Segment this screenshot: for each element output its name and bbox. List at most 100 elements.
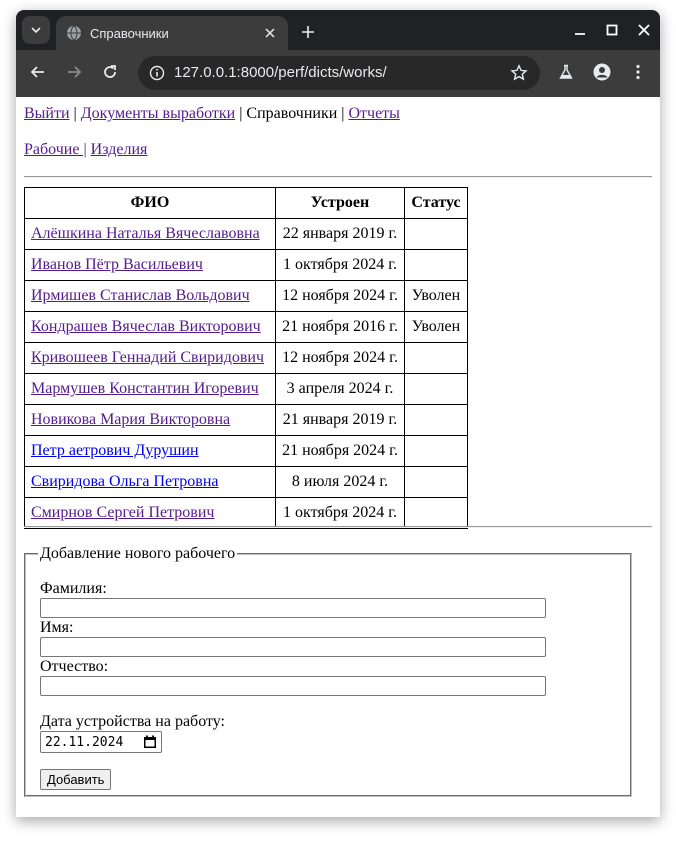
status-cell <box>404 466 468 498</box>
worker-name-cell: Петр аетрович Дурушин <box>24 435 276 467</box>
arrow-right-icon <box>68 66 82 78</box>
hire-date-cell: 21 ноября 2016 г. <box>275 311 405 343</box>
worker-link[interactable]: Новикова Мария Викторовна <box>31 411 230 428</box>
add-worker-form: Добавление нового рабочего Фамилия: Имя:… <box>24 545 632 797</box>
nav-separator: | <box>69 105 81 122</box>
hire-date-cell: 21 января 2019 г. <box>275 404 405 436</box>
worker-name-cell: Кондрашев Вячеслав Викторович <box>24 311 276 343</box>
worker-link[interactable]: Иванов Пётр Васильевич <box>31 256 203 273</box>
worker-name-cell: Иванов Пётр Васильевич <box>24 249 276 281</box>
plus-icon <box>302 26 314 38</box>
calendar-icon[interactable] <box>143 735 157 749</box>
worker-name-cell: Алёшкина Наталья Вячеславовна <box>24 218 276 250</box>
table-row: Кривошеев Геннадий Свиридович 12 ноября … <box>24 342 468 374</box>
maximize-button[interactable] <box>604 22 620 38</box>
worker-name-cell: Кривошеев Геннадий Свиридович <box>24 342 276 374</box>
table-row: Иванов Пётр Васильевич 1 октября 2024 г. <box>24 249 468 281</box>
nav-separator: | <box>337 105 349 122</box>
worker-link[interactable]: Петр аетрович Дурушин <box>31 442 199 459</box>
hire-date-cell: 3 апреля 2024 г. <box>275 373 405 405</box>
dicts-subnav: Рабочие | Изделия <box>24 141 147 159</box>
worker-link[interactable]: Смирнов Сергей Петрович <box>31 504 214 521</box>
address-bar[interactable]: 127.0.0.1:8000/perf/dicts/works/ <box>138 56 540 90</box>
page-content: Выйти | Документы выработки | Справочник… <box>16 97 660 817</box>
divider <box>24 526 652 528</box>
hire-date-cell: 8 июля 2024 г. <box>275 466 405 498</box>
divider <box>24 176 652 178</box>
table-row: Свиридова Ольга Петровна 8 июля 2024 г. <box>24 466 468 498</box>
close-icon <box>638 24 650 36</box>
minimize-icon <box>575 33 585 35</box>
patronymic-label: Отчество: <box>40 658 109 675</box>
reload-button[interactable] <box>100 62 120 82</box>
profile-button[interactable] <box>592 62 612 82</box>
close-window-button[interactable] <box>636 22 652 38</box>
add-button[interactable]: Добавить <box>40 769 112 790</box>
table-row: Алёшкина Наталья Вячеславовна 22 января … <box>24 218 468 250</box>
status-cell <box>404 218 468 250</box>
reload-icon <box>104 65 116 78</box>
hire-date-input[interactable]: 22.11.2024 <box>40 731 162 753</box>
firstname-input[interactable] <box>40 637 546 657</box>
hire-date-cell: 12 ноября 2024 г. <box>275 280 405 312</box>
forward-button[interactable] <box>64 62 84 82</box>
table-header-row: ФИО Устроен Статус <box>24 187 468 219</box>
hire-date-cell: 1 октября 2024 г. <box>275 497 405 529</box>
tab-title: Справочники <box>90 25 169 41</box>
flask-icon <box>559 64 573 79</box>
worker-link[interactable]: Свиридова Ольга Петровна <box>31 473 219 490</box>
worker-link[interactable]: Кривошеев Геннадий Свиридович <box>31 349 264 366</box>
status-cell: Уволен <box>404 280 468 312</box>
hire-date-cell: 21 ноября 2024 г. <box>275 435 405 467</box>
lastname-input[interactable] <box>40 598 546 618</box>
worker-name-cell: Смирнов Сергей Петрович <box>24 497 276 529</box>
status-cell <box>404 435 468 467</box>
url-text: 127.0.0.1:8000/perf/dicts/works/ <box>174 64 387 81</box>
close-icon[interactable] <box>260 23 280 43</box>
worker-link[interactable]: Кондрашев Вячеслав Викторович <box>31 318 261 335</box>
nav-documents-link[interactable]: Документы выработки <box>81 105 235 122</box>
main-nav: Выйти | Документы выработки | Справочник… <box>24 105 400 123</box>
firstname-label: Имя: <box>40 619 74 636</box>
arrow-left-icon <box>30 66 44 78</box>
labs-button[interactable] <box>556 62 576 82</box>
menu-button[interactable] <box>628 62 648 82</box>
nav-logout-link[interactable]: Выйти <box>24 105 70 122</box>
form-legend: Добавление нового рабочего <box>40 545 236 562</box>
site-info-icon[interactable] <box>148 64 166 82</box>
header-fio: ФИО <box>24 187 276 219</box>
hire-date-cell: 22 января 2019 г. <box>275 218 405 250</box>
patronymic-input[interactable] <box>40 676 546 696</box>
back-button[interactable] <box>28 62 48 82</box>
worker-link[interactable]: Алёшкина Наталья Вячеславовна <box>31 225 260 242</box>
header-status: Статус <box>404 187 468 219</box>
status-cell <box>404 342 468 374</box>
tab-search-button[interactable] <box>22 16 50 44</box>
new-tab-button[interactable] <box>296 20 320 44</box>
worker-name-cell: Мармушев Константин Игоревич <box>24 373 276 405</box>
status-cell <box>404 249 468 281</box>
table-row: Ирмишев Станислав Вольдович 12 ноября 20… <box>24 280 468 312</box>
browser-window: Справочники 127.0.0.1:8000/perf/dicts/wo… <box>16 10 660 817</box>
tab-active[interactable]: Справочники <box>56 16 288 50</box>
header-hired: Устроен <box>275 187 405 219</box>
worker-name-cell: Свиридова Ольга Петровна <box>24 466 276 498</box>
browser-toolbar: 127.0.0.1:8000/perf/dicts/works/ <box>16 50 660 97</box>
worker-link[interactable]: Ирмишев Станислав Вольдович <box>31 287 250 304</box>
subnav-products-link[interactable]: Изделия <box>91 141 148 158</box>
worker-link[interactable]: Мармушев Константин Игоревич <box>31 380 259 397</box>
worker-name-cell: Новикова Мария Викторовна <box>24 404 276 436</box>
hire-date-value: 22.11.2024 <box>45 734 124 750</box>
table-row: Петр аетрович Дурушин 21 ноября 2024 г. <box>24 435 468 467</box>
minimize-button[interactable] <box>572 22 588 38</box>
hire-date-cell: 1 октября 2024 г. <box>275 249 405 281</box>
subnav-workers-link[interactable]: Рабочие | <box>24 141 87 158</box>
maximize-icon <box>606 24 618 36</box>
table-row: Смирнов Сергей Петрович 1 октября 2024 г… <box>24 497 468 529</box>
hire-date-label: Дата устройства на работу: <box>40 713 225 730</box>
star-icon[interactable] <box>510 64 528 82</box>
nav-current-dicts: Справочники <box>246 105 338 122</box>
status-cell: Уволен <box>404 311 468 343</box>
chevron-down-icon <box>31 27 41 34</box>
nav-reports-link[interactable]: Отчеты <box>348 105 399 122</box>
